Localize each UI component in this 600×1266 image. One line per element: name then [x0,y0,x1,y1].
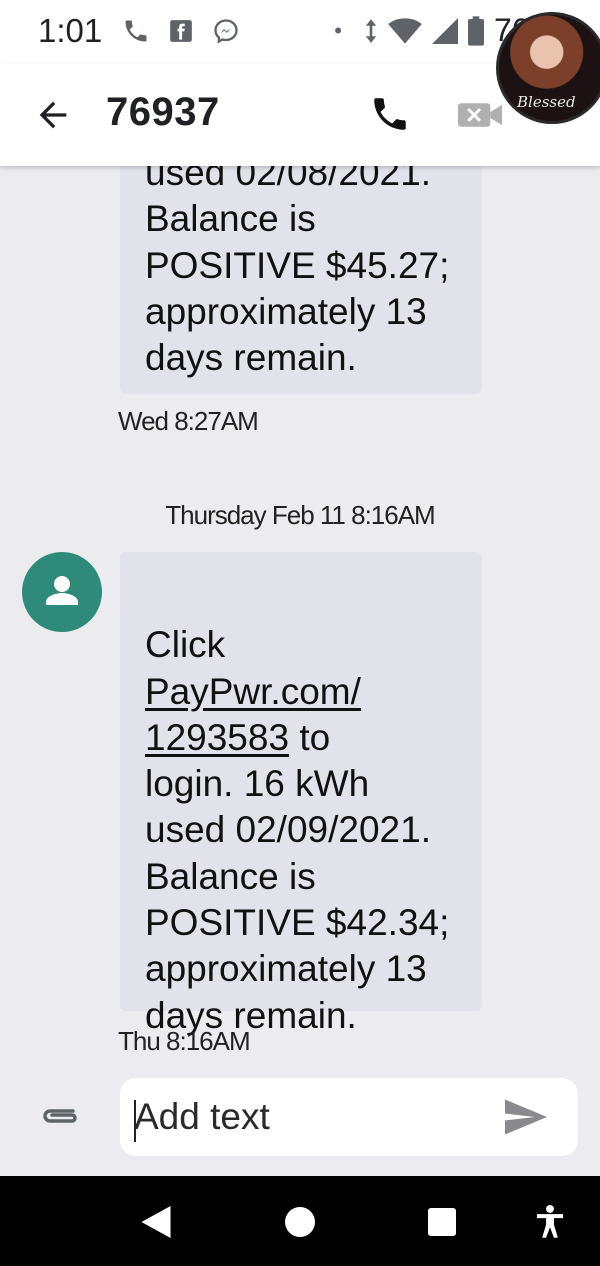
video-off-icon [458,103,502,127]
day-separator: Thursday Feb 11 8:16AM [165,500,435,530]
phone-icon [122,17,150,45]
call-button[interactable] [368,92,412,136]
video-call-button[interactable] [458,98,502,132]
message-text-after-link: to login. 16 kWh used 02/09/2021. Balanc… [145,716,450,1036]
battery-icon [467,15,484,46]
message-input-container [120,1078,578,1156]
status-time: 1:01 [38,12,103,49]
recents-square-icon[interactable] [422,1202,462,1242]
message-text: used 02/08/2021. Balance is POSITIVE $45… [145,152,450,379]
back-arrow-icon[interactable] [30,92,76,138]
cell-signal-icon [431,17,458,45]
data-arrows-icon [364,18,378,44]
message-timestamp: Thu 8:16AM [118,1026,251,1056]
messenger-icon [212,17,240,45]
message-composer [0,1064,600,1176]
avatar-caption: Blessed [517,93,576,111]
message-timestamp: Wed 8:27AM [118,406,259,436]
system-nav-bar [0,1176,600,1266]
facebook-icon [168,18,194,44]
contact-avatar[interactable] [22,552,102,632]
contact-avatar-photo[interactable]: Blessed [496,12,600,124]
message-text-before-link: Click [145,624,226,666]
conversation-title: 76937 [106,90,220,134]
accessibility-icon[interactable] [530,1202,570,1242]
message-bubble[interactable]: Click PayPwr.com/ 1293583 to login. 16 k… [120,552,482,1036]
phone-call-icon [374,98,406,130]
wifi-icon [388,17,422,45]
attachment-icon[interactable] [38,1100,82,1130]
notification-icons [122,16,240,46]
home-circle-icon[interactable] [280,1202,320,1242]
notification-dot: • [334,17,342,43]
message-input[interactable] [134,1094,474,1140]
message-text: Click PayPwr.com/ 1293583 to login. 16 k… [145,576,449,1039]
send-icon[interactable] [504,1098,548,1136]
back-triangle-icon[interactable] [136,1202,176,1242]
person-icon [46,576,78,605]
